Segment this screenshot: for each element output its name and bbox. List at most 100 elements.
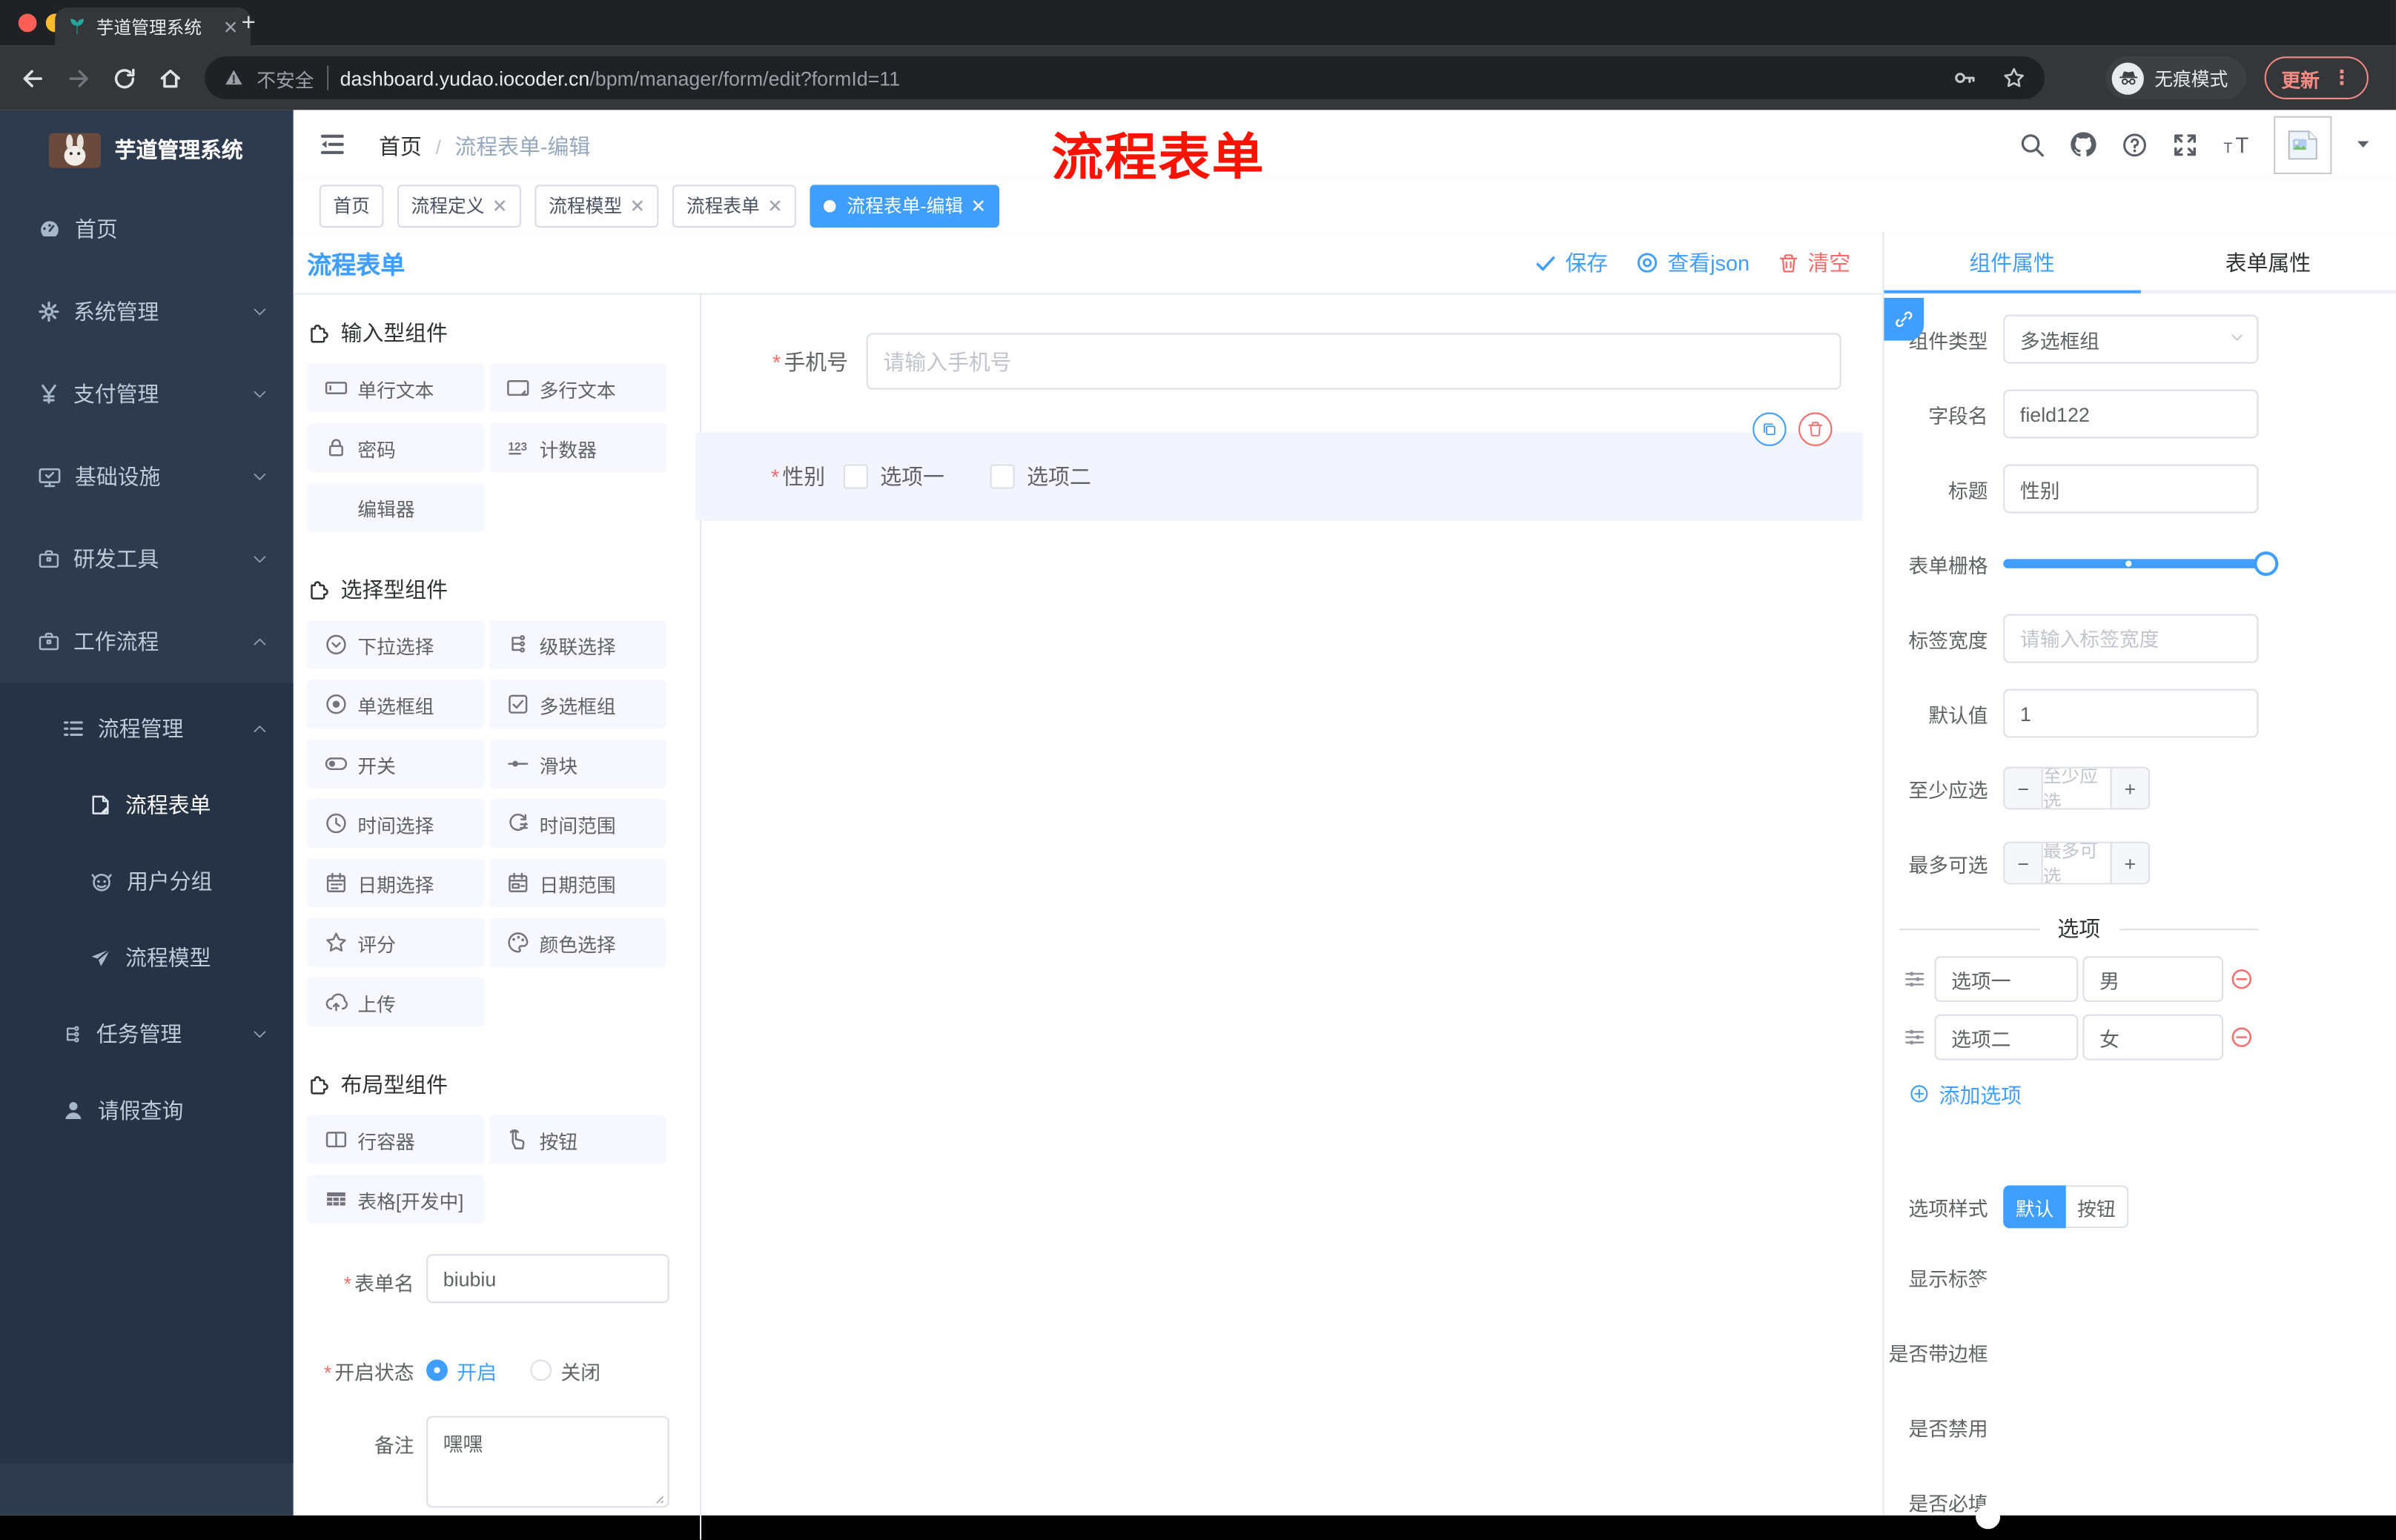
gender-checkbox-option1[interactable]: 选项一	[843, 461, 944, 491]
back-icon[interactable]	[20, 65, 46, 91]
status-off-radio[interactable]: 关闭	[530, 1355, 600, 1384]
breadcrumb-home[interactable]: 首页	[379, 131, 422, 162]
component-delete-button[interactable]	[1798, 412, 1833, 446]
plus-button[interactable]: +	[2110, 768, 2149, 809]
sidebar-item-task-manage[interactable]: 任务管理	[0, 993, 294, 1075]
component-copy-button[interactable]	[1753, 412, 1787, 446]
hamburger-icon[interactable]	[318, 130, 347, 159]
palette-item-switch[interactable]: 开关	[307, 739, 485, 789]
minus-button[interactable]: −	[2005, 768, 2043, 809]
palette-item-table[interactable]: 表格[开发中]	[307, 1175, 485, 1224]
option2-name-input[interactable]	[1934, 1014, 2079, 1061]
style-default-button[interactable]: 默认	[2003, 1185, 2066, 1229]
browser-menu-icon[interactable]: ⋮	[2332, 66, 2352, 90]
tab-form-props[interactable]: 表单属性	[2140, 232, 2396, 293]
title-input[interactable]	[2003, 464, 2259, 514]
palette-item-counter[interactable]: 123 计数器	[489, 422, 666, 472]
option1-value-input[interactable]	[2082, 956, 2224, 1003]
palette-item-color-picker[interactable]: 颜色选择	[489, 917, 666, 967]
home-icon[interactable]	[157, 65, 183, 91]
password-key-icon[interactable]	[1953, 66, 1977, 90]
palette-item-time-range[interactable]: 时间范围	[489, 799, 666, 848]
palette-item-slider[interactable]: 滑块	[489, 739, 666, 789]
palette-item-date-picker[interactable]: 日期选择	[307, 858, 485, 908]
style-button-button[interactable]: 按钮	[2065, 1185, 2129, 1229]
github-icon[interactable]	[2069, 130, 2098, 159]
forward-icon[interactable]	[66, 65, 92, 91]
default-value-input[interactable]	[2003, 688, 2259, 738]
avatar[interactable]	[2274, 115, 2332, 173]
fullscreen-icon[interactable]	[2171, 130, 2199, 158]
clear-button[interactable]: 清空	[1777, 248, 1850, 278]
palette-item-cascader[interactable]: 级联选择	[489, 620, 666, 669]
tag-close-icon[interactable]: ✕	[970, 195, 986, 216]
palette-item-editor[interactable]: 编辑器	[307, 482, 485, 532]
search-icon[interactable]	[2019, 130, 2046, 158]
slider-handle[interactable]	[2254, 551, 2279, 577]
gender-checkbox-option2[interactable]: 选项二	[990, 461, 1091, 491]
sidebar-item-infra[interactable]: 基础设施	[0, 435, 294, 517]
sidebar-item-system[interactable]: 系统管理	[0, 271, 294, 353]
sidebar-item-workflow[interactable]: 工作流程	[0, 600, 294, 683]
phone-field-input[interactable]	[866, 333, 1841, 390]
tag-close-icon[interactable]: ✕	[629, 195, 645, 216]
drag-handle-icon[interactable]	[1902, 967, 1927, 992]
link-chain-button[interactable]	[1884, 297, 1925, 341]
tag-process-form[interactable]: 流程表单 ✕	[672, 184, 797, 228]
tag-home[interactable]: 首页	[319, 184, 384, 228]
remove-option-icon[interactable]	[2229, 1025, 2254, 1049]
status-on-radio[interactable]: 开启	[426, 1355, 497, 1384]
traffic-close-button[interactable]	[18, 13, 37, 33]
form-grid-slider[interactable]	[2003, 540, 2279, 588]
palette-item-button[interactable]: 按钮	[489, 1115, 666, 1164]
sidebar-item-payment[interactable]: 支付管理	[0, 353, 294, 435]
sidebar-item-leave-query[interactable]: 请假查询	[0, 1069, 294, 1152]
option2-value-input[interactable]	[2082, 1014, 2224, 1061]
sidebar-item-process-form[interactable]: 流程表单	[0, 764, 294, 846]
field-name-input[interactable]	[2003, 389, 2259, 439]
help-icon[interactable]	[2121, 130, 2148, 158]
slider-track[interactable]	[2003, 559, 2266, 568]
tag-process-model[interactable]: 流程模型 ✕	[535, 184, 659, 228]
tag-process-definition[interactable]: 流程定义 ✕	[397, 184, 522, 228]
plus-button[interactable]: +	[2110, 843, 2149, 883]
view-json-button[interactable]: 查看json	[1635, 248, 1750, 278]
checkbox-box[interactable]	[843, 464, 868, 489]
address-bar[interactable]: 不安全 dashboard.yudao.iocoder.cn/bpm/manag…	[205, 56, 2045, 99]
tab-close-icon[interactable]: ✕	[223, 16, 239, 38]
sidebar-logo[interactable]: 芋道管理系统	[0, 119, 294, 180]
canvas-field-phone[interactable]: * 手机号	[695, 333, 1841, 390]
tag-close-icon[interactable]: ✕	[492, 195, 508, 216]
label-width-input[interactable]	[2003, 614, 2259, 663]
palette-item-radio-group[interactable]: 单选框组	[307, 680, 485, 729]
palette-item-single-text[interactable]: 单行文本	[307, 363, 485, 413]
palette-item-multi-text[interactable]: 多行文本	[489, 363, 666, 413]
tag-close-icon[interactable]: ✕	[767, 195, 783, 216]
remove-option-icon[interactable]	[2229, 967, 2254, 992]
sidebar-item-home[interactable]: 首页	[0, 188, 294, 271]
reload-icon[interactable]	[111, 65, 137, 91]
drag-handle-icon[interactable]	[1902, 1025, 1927, 1049]
max-select-placeholder[interactable]: 最多可选	[2042, 843, 2111, 883]
form-remark-textarea[interactable]: 嘿嘿	[426, 1415, 669, 1508]
browser-tab[interactable]: 芋道管理系统 ✕	[55, 7, 251, 46]
sidebar-item-process-model[interactable]: 流程模型	[0, 917, 294, 999]
palette-item-select[interactable]: 下拉选择	[307, 620, 485, 669]
palette-item-upload[interactable]: 上传	[307, 978, 485, 1027]
min-select-placeholder[interactable]: 至少应选	[2042, 768, 2111, 809]
form-name-input[interactable]	[426, 1254, 669, 1304]
update-button[interactable]: 更新 ⋮	[2264, 56, 2369, 99]
palette-item-checkbox-group[interactable]: 多选框组	[489, 680, 666, 729]
option1-name-input[interactable]	[1934, 956, 2079, 1003]
canvas-field-gender-selected[interactable]: * 性别 选项一 选项二	[695, 432, 1863, 521]
palette-item-time-picker[interactable]: 时间选择	[307, 799, 485, 848]
palette-item-date-range[interactable]: 日期范围	[489, 858, 666, 908]
checkbox-box[interactable]	[990, 464, 1015, 489]
minus-button[interactable]: −	[2005, 843, 2043, 883]
component-type-select[interactable]	[2003, 314, 2259, 364]
palette-item-rate[interactable]: 评分	[307, 917, 485, 967]
tag-process-form-edit-active[interactable]: 流程表单-编辑 ✕	[810, 184, 1000, 228]
save-button[interactable]: 保存	[1535, 248, 1608, 278]
resize-handle-icon[interactable]	[649, 1490, 665, 1505]
caret-down-icon[interactable]	[2354, 136, 2372, 153]
